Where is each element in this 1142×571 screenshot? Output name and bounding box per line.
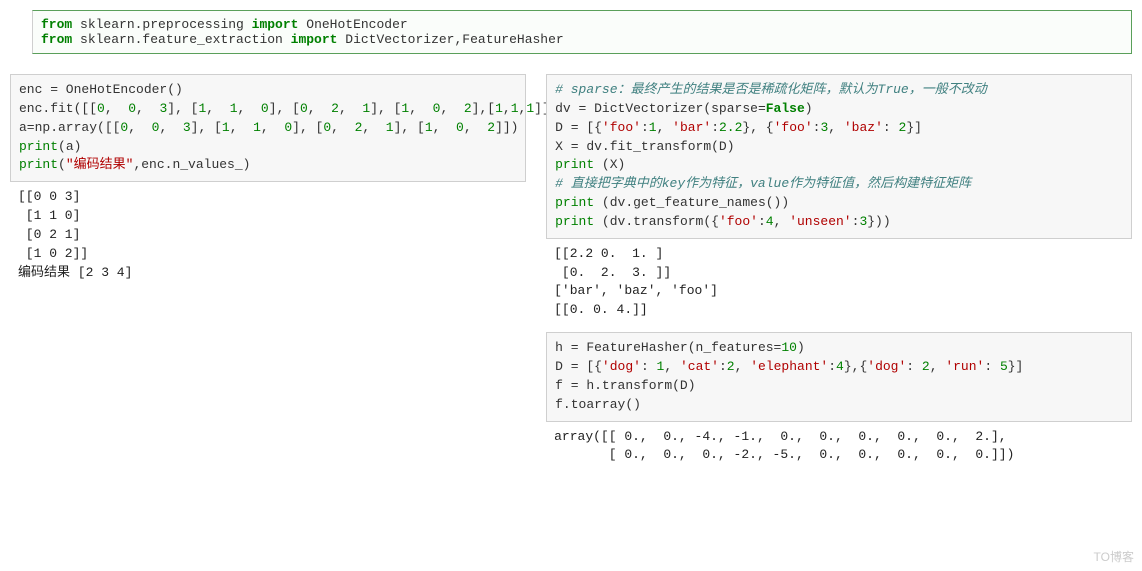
onehot-code: enc = OneHotEncoder()enc.fit([[0, 0, 3],… (10, 74, 526, 182)
right-column: # sparse：最终产生的结果是否是稀疏化矩阵，默认为True，一般不改动dv… (546, 74, 1132, 477)
import-line-1: from sklearn.preprocessing import OneHot… (41, 17, 1123, 32)
featurehasher-output: array([[ 0., 0., -4., -1., 0., 0., 0., 0… (546, 426, 1132, 468)
featurehasher-code: h = FeatureHasher(n_features=10)D = [{'d… (546, 332, 1132, 421)
dictvectorizer-code: # sparse：最终产生的结果是否是稀疏化矩阵，默认为True，一般不改动dv… (546, 74, 1132, 239)
import-code: from sklearn.preprocessing import OneHot… (32, 10, 1132, 54)
watermark: TO博客 (1094, 548, 1134, 565)
onehot-output: [[0 0 3] [1 1 0] [0 2 1] [1 0 2]] 编码结果 [… (10, 186, 526, 284)
import-line-2: from sklearn.feature_extraction import D… (41, 32, 1123, 47)
dictvectorizer-output: [[2.2 0. 1. ] [0. 2. 3. ]] ['bar', 'baz'… (546, 243, 1132, 322)
main-columns: enc = OneHotEncoder()enc.fit([[0, 0, 3],… (10, 74, 1132, 477)
left-column: enc = OneHotEncoder()enc.fit([[0, 0, 3],… (10, 74, 526, 294)
import-block: : from sklearn.preprocessing import OneH… (32, 10, 1132, 54)
